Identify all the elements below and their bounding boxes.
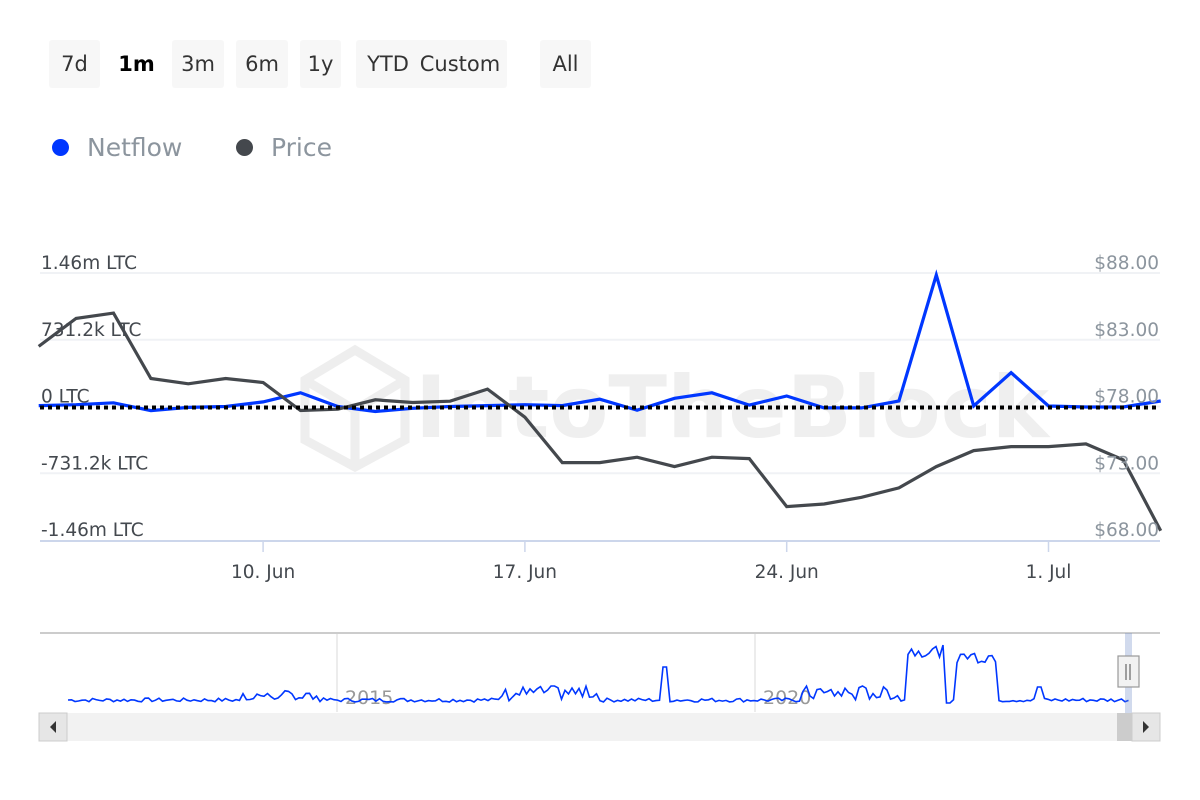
navigator-series (67, 644, 1129, 704)
x-tick-label: 17. Jun (493, 562, 557, 583)
y-left-tick-label: 0 LTC (41, 387, 90, 408)
navigator[interactable]: 2015 2020 (38, 632, 1161, 742)
scrollbar-thumb[interactable] (1117, 713, 1132, 741)
scrollbar-track[interactable] (39, 713, 1160, 741)
y-left-tick-label: 731.2k LTC (41, 320, 141, 341)
chart: IntoTheBlock 1.46m LTC $88.00731.2k LTC $8… (37, 253, 1163, 742)
y-right-tick-label: $73.00 (1094, 453, 1159, 474)
x-tick-label: 1. Jul (1026, 562, 1072, 583)
y-left-tick-label: 1.46m LTC (41, 253, 137, 274)
y-left-tick-label: -731.2k LTC (41, 453, 148, 474)
y-right-tick-label: $68.00 (1094, 520, 1159, 541)
navigator-handle[interactable] (1117, 655, 1140, 688)
y-right-tick-label: $88.00 (1094, 253, 1159, 274)
navigator-year-label: 2015 (345, 687, 393, 709)
x-tick-label: 24. Jun (755, 562, 819, 583)
x-tick-label: 10. Jun (231, 562, 295, 583)
y-right-tick-label: $78.00 (1094, 387, 1159, 408)
y-right-tick-label: $83.00 (1094, 320, 1159, 341)
y-left-tick-label: -1.46m LTC (41, 520, 144, 541)
